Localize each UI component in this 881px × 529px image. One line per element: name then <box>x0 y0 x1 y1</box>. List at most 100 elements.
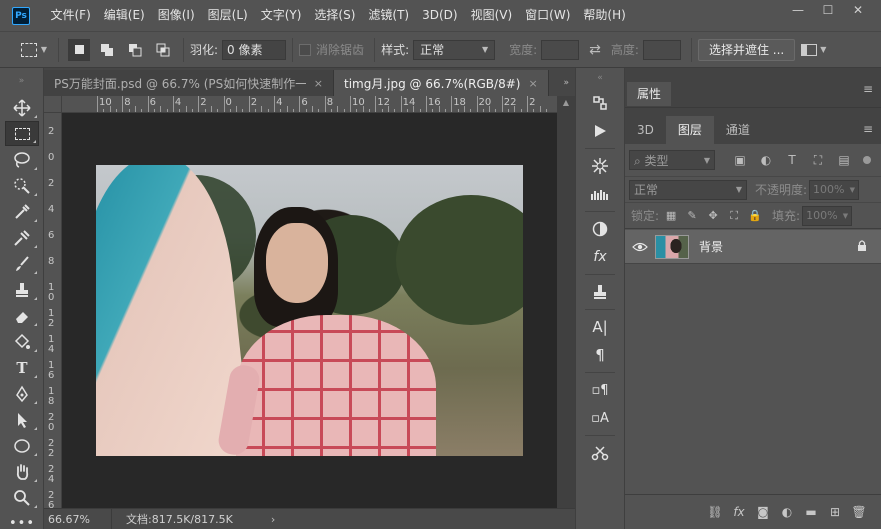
menu-layer[interactable]: 图层(L) <box>201 0 254 31</box>
brush-tool[interactable] <box>5 251 39 276</box>
eraser-tool[interactable] <box>5 303 39 328</box>
ruler-origin[interactable] <box>44 96 62 113</box>
canvas-area[interactable] <box>62 113 557 508</box>
style-select[interactable]: 正常 ▼ <box>413 39 496 60</box>
menu-image[interactable]: 图像(I) <box>151 0 201 31</box>
filter-type-icon[interactable]: T <box>781 150 803 170</box>
hand-tool[interactable] <box>5 459 39 484</box>
opacity-field[interactable]: 100% ▼ <box>809 179 860 200</box>
new-selection-button[interactable] <box>68 38 90 61</box>
filter-kind-select[interactable]: ⌕ 类型 ▼ <box>629 150 715 170</box>
collapse-grip[interactable]: « <box>576 68 624 88</box>
tab-overflow-icon[interactable]: » <box>563 78 569 88</box>
ruler-vertical[interactable]: 2 0 2 4 6 8 1 0 1 2 1 4 1 6 1 8 2 0 2 2 2 4 2 6 <box>44 113 62 508</box>
swap-icon[interactable]: ⇄ <box>589 42 601 58</box>
new-group-icon[interactable]: ▬ <box>799 505 823 519</box>
pen-tool[interactable] <box>5 381 39 406</box>
zoom-tool[interactable] <box>5 485 39 510</box>
blend-mode-select[interactable]: 正常 ▼ <box>629 179 747 200</box>
filter-adjustment-icon[interactable]: ◐ <box>755 150 777 170</box>
paint-bucket-tool[interactable] <box>5 329 39 354</box>
brush-settings-button[interactable] <box>583 153 617 179</box>
crop-tool[interactable] <box>5 199 39 224</box>
intersect-selection-button[interactable] <box>152 39 174 61</box>
clone-stamp-tool[interactable] <box>5 277 39 302</box>
type-tool[interactable]: T <box>5 355 39 380</box>
menu-file[interactable]: 文件(F) <box>44 0 97 31</box>
paragraph-button[interactable]: ¶ <box>583 342 617 368</box>
healing-brush-tool[interactable] <box>5 225 39 250</box>
quick-select-tool[interactable] <box>5 173 39 198</box>
more-tools[interactable]: ••• <box>5 511 39 529</box>
filter-toggle-icon[interactable] <box>863 156 871 164</box>
menu-3d[interactable]: 3D(D) <box>416 0 464 31</box>
lock-all-icon[interactable]: 🔒 <box>746 207 764 225</box>
add-selection-button[interactable] <box>96 39 118 61</box>
path-select-tool[interactable] <box>5 407 39 432</box>
layer-row-background[interactable]: 背景 <box>625 230 881 264</box>
antialias-checkbox[interactable] <box>299 43 312 56</box>
fx-icon[interactable]: fx <box>727 505 751 519</box>
menu-window[interactable]: 窗口(W) <box>519 0 577 31</box>
tool-presets-button[interactable] <box>583 440 617 466</box>
photoshop-logo[interactable]: Ps <box>12 6 30 25</box>
menu-filter[interactable]: 滤镜(T) <box>362 0 416 31</box>
clone-source-button[interactable] <box>583 279 617 305</box>
close-icon[interactable]: × <box>314 77 323 90</box>
menu-help[interactable]: 帮助(H) <box>577 0 632 31</box>
adjustment-layer-icon[interactable]: ◐ <box>775 505 799 519</box>
menu-edit[interactable]: 编辑(E) <box>97 0 151 31</box>
brushes-button[interactable] <box>583 181 617 207</box>
new-layer-icon[interactable]: ⊞ <box>823 505 847 519</box>
fill-field[interactable]: 100% ▼ <box>802 205 853 226</box>
eye-icon[interactable] <box>625 242 655 252</box>
collapse-grip[interactable]: » <box>0 68 43 94</box>
lasso-tool[interactable] <box>5 147 39 172</box>
document-image[interactable] <box>96 165 523 456</box>
status-menu-arrow[interactable]: › <box>271 513 275 526</box>
close-button[interactable]: ✕ <box>843 0 873 20</box>
panel-menu-icon[interactable]: ≡ <box>863 122 873 136</box>
ruler-horizontal[interactable]: 10 8 6 4 2 0 2 4 6 8 10 12 14 16 18 20 22 2 <box>62 96 557 113</box>
canvas-scrollbar[interactable]: ▲ <box>557 96 575 508</box>
ellipse-tool[interactable] <box>5 433 39 458</box>
paragraph-styles-button[interactable]: ▫¶ <box>583 377 617 403</box>
close-icon[interactable]: × <box>528 77 537 90</box>
link-layers-icon[interactable]: ⛓ <box>703 505 727 519</box>
panel-menu-icon[interactable]: ≡ <box>863 82 873 96</box>
layer-name[interactable]: 背景 <box>699 238 723 255</box>
height-input[interactable] <box>642 39 681 60</box>
select-and-mask-button[interactable]: 选择并遮住 ... <box>697 38 796 61</box>
menu-view[interactable]: 视图(V) <box>464 0 519 31</box>
character-button[interactable]: A| <box>583 314 617 340</box>
actions-button[interactable] <box>583 118 617 144</box>
lock-artboard-icon[interactable]: ⛶ <box>725 207 743 225</box>
maximize-button[interactable]: ☐ <box>813 0 843 20</box>
zoom-level-field[interactable]: 66.67% <box>44 508 112 529</box>
menu-type[interactable]: 文字(Y) <box>254 0 308 31</box>
menu-select[interactable]: 选择(S) <box>308 0 362 31</box>
move-tool[interactable] <box>5 95 39 120</box>
delete-layer-icon[interactable]: 🗑 <box>847 505 871 519</box>
tab-3d[interactable]: 3D <box>625 116 666 144</box>
history-button[interactable] <box>583 90 617 116</box>
panel-toggle-icon[interactable] <box>801 43 818 56</box>
tab-psd-file[interactable]: PS万能封面.psd @ 66.7% (PS如何快速制作一... × <box>44 70 334 96</box>
adjustments-button[interactable] <box>583 216 617 242</box>
lock-transparent-icon[interactable]: ▦ <box>662 207 680 225</box>
properties-tab[interactable]: 属性 <box>627 81 672 106</box>
tab-layers[interactable]: 图层 <box>665 116 714 144</box>
width-input[interactable] <box>541 39 580 60</box>
filter-smart-object-icon[interactable]: ▤ <box>833 150 855 170</box>
tab-jpg-file[interactable]: timg月.jpg @ 66.7%(RGB/8#) × <box>334 70 549 96</box>
lock-position-icon[interactable]: ✥ <box>704 207 722 225</box>
character-styles-button[interactable]: ▫A <box>583 405 617 431</box>
minimize-button[interactable]: — <box>783 0 813 20</box>
filter-shape-icon[interactable]: ⛶ <box>807 150 829 170</box>
tab-channels[interactable]: 通道 <box>714 116 762 144</box>
tool-preset-picker[interactable]: ▼ <box>16 38 52 62</box>
subtract-selection-button[interactable] <box>124 39 146 61</box>
layers-list[interactable]: 背景 <box>625 228 881 494</box>
lock-image-icon[interactable]: ✎ <box>683 207 701 225</box>
scroll-up-icon[interactable]: ▲ <box>557 96 575 110</box>
